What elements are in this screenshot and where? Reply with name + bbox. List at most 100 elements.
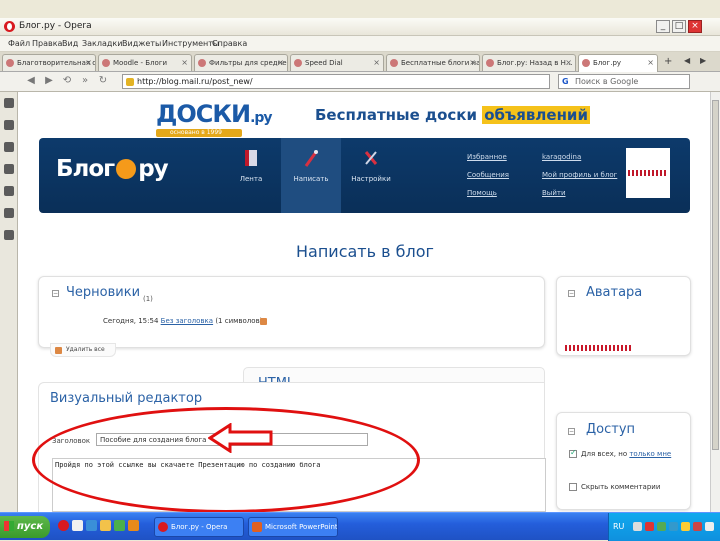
doski-slogan-highlight: объявлений — [482, 106, 590, 124]
menu-help[interactable]: Справка — [212, 39, 247, 48]
search-input[interactable]: G Поиск в Google — [558, 74, 690, 89]
tools-icon — [364, 151, 378, 165]
windows-flag-icon — [4, 521, 14, 531]
access-all-checkbox[interactable] — [569, 448, 577, 458]
close-button[interactable]: × — [688, 20, 702, 33]
link-favorites[interactable]: Избранное — [467, 148, 509, 166]
tab-icon — [390, 59, 398, 67]
reload-icon[interactable]: ↻ — [96, 74, 110, 88]
site-icon — [126, 78, 134, 86]
tab-icon — [198, 59, 206, 67]
tab-1[interactable]: Благотворительная орг...× — [2, 54, 96, 71]
tab-close-icon[interactable]: × — [647, 58, 654, 67]
tab-scroll-right-icon[interactable]: ▶ — [700, 56, 706, 65]
maximize-button[interactable]: □ — [672, 20, 686, 33]
tab-6[interactable]: Блог.ру: Назад в Н... × — [482, 54, 576, 71]
tray-keyboard-icon[interactable] — [633, 522, 642, 531]
blog-logo[interactable]: Блог ру — [56, 156, 169, 182]
panel-add-icon[interactable] — [4, 230, 14, 240]
nav-feed[interactable]: Лента — [221, 138, 281, 213]
link-logout[interactable]: Выйти — [542, 184, 617, 202]
panel-mail-icon[interactable] — [4, 120, 14, 130]
delete-all-button[interactable]: Удалить все — [50, 343, 116, 357]
tab-scroll-left-icon[interactable]: ◀ — [684, 56, 690, 65]
tab-close-icon[interactable]: × — [181, 58, 188, 67]
hide-comments-checkbox[interactable] — [569, 483, 577, 491]
access-collapse-icon[interactable]: − — [568, 428, 575, 435]
menu-edit[interactable]: Правка — [32, 39, 62, 48]
tab-close-icon[interactable]: × — [469, 58, 476, 67]
doski-logo[interactable]: ДОСКИ.ру — [156, 100, 273, 128]
quicklaunch-media-icon[interactable] — [114, 520, 125, 531]
fast-forward-icon[interactable]: » — [78, 74, 92, 88]
avatar[interactable] — [626, 148, 670, 198]
back-icon[interactable]: ◀ — [24, 74, 38, 88]
tray-clock-icon[interactable] — [705, 522, 714, 531]
drafts-collapse-icon[interactable]: − — [52, 290, 59, 297]
tab-3[interactable]: Фильтры для средней ш...× — [194, 54, 288, 71]
menu-widgets[interactable]: Виджеты — [122, 39, 161, 48]
forward-icon[interactable]: ▶ — [42, 74, 56, 88]
link-profile[interactable]: Мой профиль и блог — [542, 166, 617, 184]
tab-close-icon[interactable]: × — [277, 58, 284, 67]
avatar-collapse-icon[interactable]: − — [568, 290, 575, 297]
new-tab-icon[interactable]: + — [664, 56, 672, 67]
tab-label: Фильтры для средней ш... — [209, 59, 288, 67]
tray-update-icon[interactable] — [693, 522, 702, 531]
doski-logo-suffix: .ру — [250, 110, 272, 126]
nav-write[interactable]: Написать — [281, 138, 341, 213]
minimize-button[interactable]: _ — [656, 20, 670, 33]
tab-2[interactable]: Moodle - Блоги × — [98, 54, 192, 71]
tab-close-icon[interactable]: × — [85, 58, 92, 67]
panel-transfers-icon[interactable] — [4, 186, 14, 196]
tab-visual-editor[interactable]: Визуальный редактор — [50, 391, 202, 406]
google-icon: G — [562, 77, 569, 86]
tab-close-icon[interactable]: × — [373, 58, 380, 67]
language-indicator[interactable]: RU — [613, 522, 624, 531]
doski-slogan-main: Бесплатные доски — [315, 106, 477, 124]
tab-7-active[interactable]: Блог.ру × — [578, 54, 658, 72]
draft-link[interactable]: Без заголовка — [161, 317, 213, 325]
tab-close-icon[interactable]: × — [565, 58, 572, 67]
link-help[interactable]: Помощь — [467, 184, 509, 202]
tab-label: Благотворительная орг... — [17, 59, 95, 67]
quicklaunch-show-desktop-icon[interactable] — [72, 520, 83, 531]
access-only-me-link[interactable]: только мне — [629, 450, 671, 458]
page-scrollbar[interactable] — [710, 92, 720, 512]
scrollbar-thumb[interactable] — [712, 100, 719, 450]
panel-bookmarks-icon[interactable] — [4, 98, 14, 108]
quicklaunch-app-icon[interactable] — [128, 520, 139, 531]
draft-delete-icon[interactable] — [260, 318, 267, 325]
panel-contacts-icon[interactable] — [4, 142, 14, 152]
quicklaunch-opera-icon[interactable] — [58, 520, 69, 531]
panel-notes-icon[interactable] — [4, 164, 14, 174]
window-title: Блог.ру - Opera — [19, 21, 92, 31]
delete-all-label: Удалить все — [66, 346, 105, 353]
start-button[interactable]: пуск — [0, 516, 50, 538]
panel-history-icon[interactable] — [4, 208, 14, 218]
blog-logo-right: ру — [138, 156, 168, 182]
tab-4[interactable]: Speed Dial × — [290, 54, 384, 71]
nav-settings-label: Настройки — [351, 175, 391, 183]
taskbar-powerpoint[interactable]: Microsoft PowerPoint... — [248, 517, 338, 537]
drafts-title: Черновики — [66, 285, 141, 300]
tray-network-icon[interactable] — [669, 522, 678, 531]
menu-view[interactable]: Вид — [62, 39, 78, 48]
menu-tools[interactable]: Инструменты — [162, 39, 219, 48]
taskbar-opera[interactable]: Блог.ру - Opera — [154, 517, 244, 537]
link-username[interactable]: karagodina — [542, 148, 617, 166]
tray-opera-icon[interactable] — [645, 522, 654, 531]
tab-icon — [6, 59, 14, 67]
menu-file[interactable]: Файл — [8, 39, 30, 48]
tab-5[interactable]: Бесплатные блоги на... × — [386, 54, 480, 71]
quicklaunch-ie-icon[interactable] — [86, 520, 97, 531]
tray-speaker-icon[interactable] — [681, 522, 690, 531]
blog-logo-dot-icon — [116, 159, 137, 179]
url-field[interactable]: http://blog.mail.ru/post_new/ — [122, 74, 550, 89]
nav-settings[interactable]: Настройки — [341, 138, 401, 213]
history-icon[interactable]: ⟲ — [60, 74, 74, 88]
link-messages[interactable]: Сообщения — [467, 166, 509, 184]
menu-bookmarks[interactable]: Закладки — [82, 39, 122, 48]
quicklaunch-folder-icon[interactable] — [100, 520, 111, 531]
tray-antivirus-icon[interactable] — [657, 522, 666, 531]
